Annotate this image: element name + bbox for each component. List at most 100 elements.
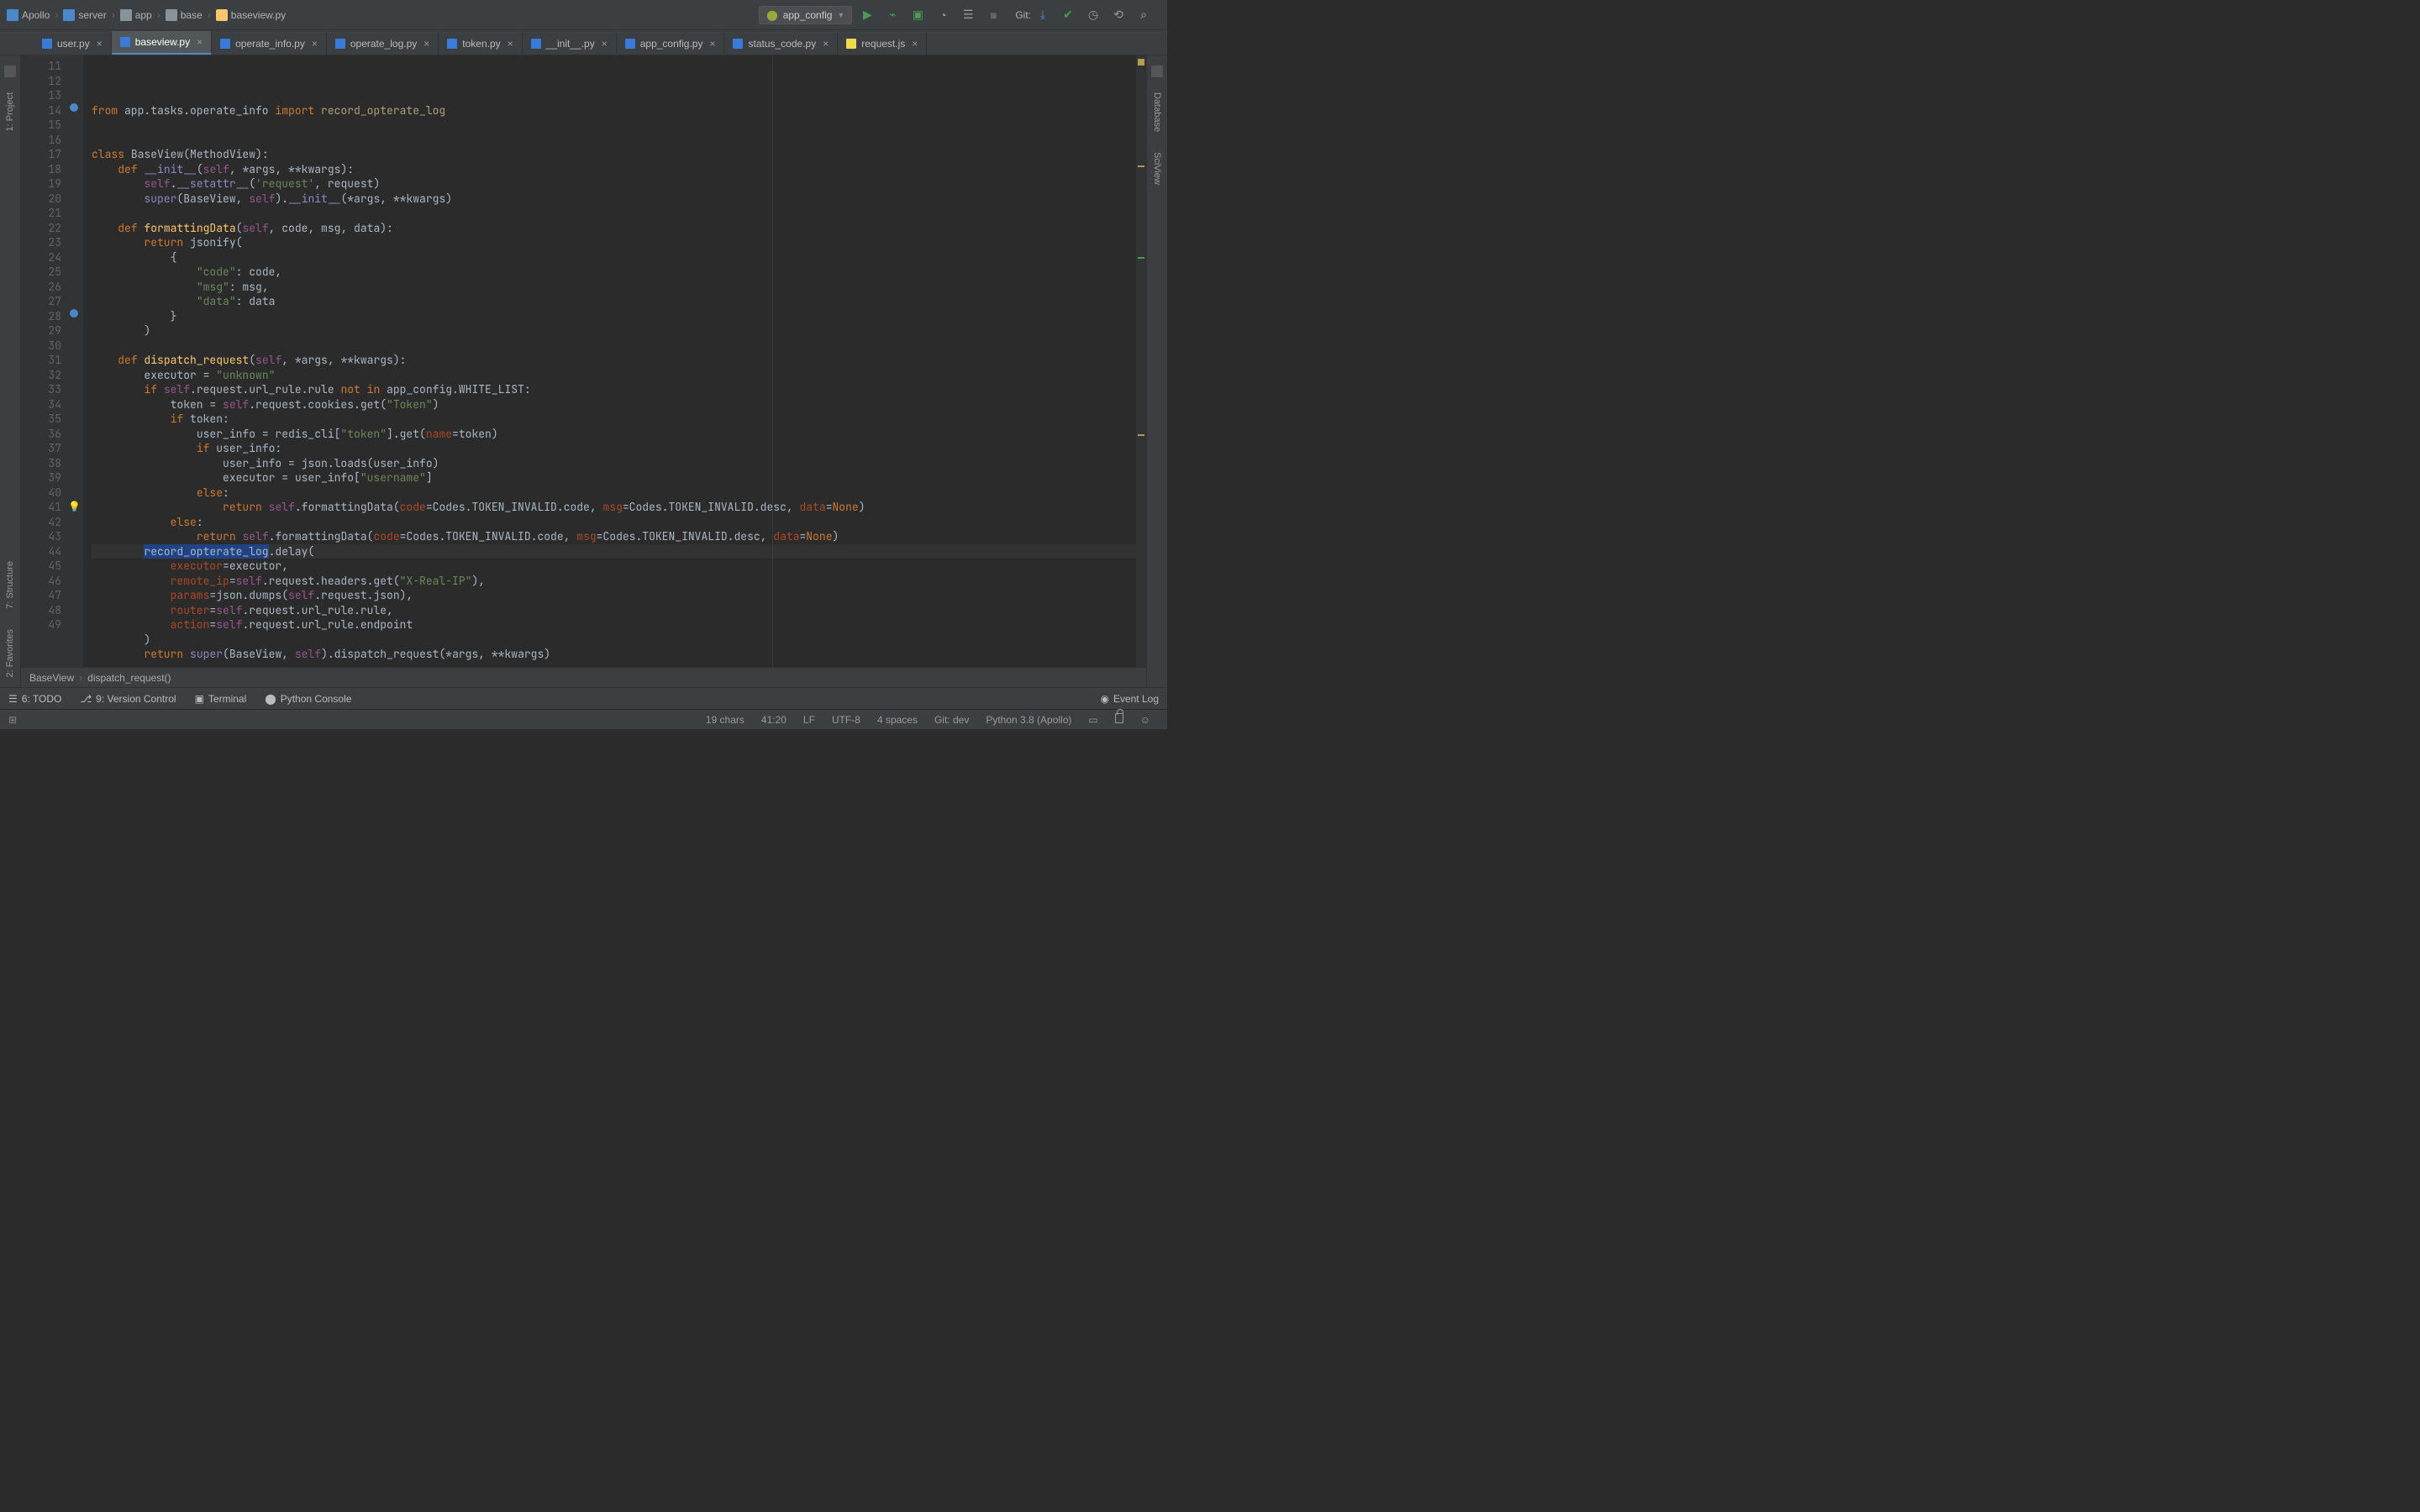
- profile-button[interactable]: ◔: [936, 8, 950, 22]
- code-line[interactable]: super(BaseView, self).__init__(*args, **…: [92, 192, 1136, 207]
- status-indent[interactable]: 4 spaces: [877, 714, 918, 726]
- tool-windows-toggle[interactable]: ⊞: [8, 714, 17, 726]
- stop-button[interactable]: ■: [986, 8, 1000, 22]
- update-project-button[interactable]: ⤓: [1036, 8, 1050, 22]
- status-caret-position[interactable]: 41:20: [761, 714, 786, 726]
- line-number[interactable]: 48: [24, 603, 61, 618]
- event-log-tool-button[interactable]: ◉ Event Log: [1100, 693, 1159, 705]
- search-everywhere-button[interactable]: ⌕: [1137, 8, 1150, 22]
- terminal-tool-button[interactable]: ▣ Terminal: [195, 693, 247, 705]
- code-line[interactable]: [92, 339, 1136, 354]
- readonly-toggle[interactable]: [1115, 713, 1123, 726]
- line-number[interactable]: 21: [24, 206, 61, 221]
- code-line[interactable]: def formattingData(self, code, msg, data…: [92, 221, 1136, 236]
- database-tool-icon[interactable]: [1151, 66, 1163, 77]
- file-tab[interactable]: app_config.py×: [617, 33, 725, 55]
- code-line[interactable]: ): [92, 323, 1136, 339]
- line-number[interactable]: 29: [24, 323, 61, 339]
- project-tool-icon[interactable]: [4, 66, 16, 77]
- close-tab-button[interactable]: ×: [912, 38, 918, 50]
- code-line[interactable]: [92, 118, 1136, 133]
- code-line[interactable]: from app.tasks.operate_info import recor…: [92, 103, 1136, 118]
- line-number[interactable]: 34: [24, 397, 61, 412]
- file-tab[interactable]: baseview.py×: [112, 31, 212, 55]
- breadcrumb[interactable]: Apollo › server › app › base › baseview.…: [7, 9, 286, 21]
- favorites-tool-button[interactable]: 2: Favorites: [5, 629, 15, 677]
- code-line[interactable]: if self.request.url_rule.rule not in app…: [92, 382, 1136, 397]
- code-area[interactable]: from app.tasks.operate_info import recor…: [83, 55, 1136, 667]
- code-line[interactable]: return self.formattingData(code=Codes.TO…: [92, 500, 1136, 515]
- editor-breadcrumb[interactable]: BaseView › dispatch_request(): [21, 667, 1146, 687]
- code-line[interactable]: class BaseView(MethodView):: [92, 147, 1136, 162]
- run-with-coverage-button[interactable]: ▣: [911, 8, 924, 22]
- line-number[interactable]: 20: [24, 192, 61, 207]
- line-number[interactable]: 40: [24, 486, 61, 501]
- line-number[interactable]: 49: [24, 617, 61, 633]
- close-tab-button[interactable]: ×: [602, 38, 608, 50]
- history-button[interactable]: ◷: [1086, 8, 1100, 22]
- memory-indicator[interactable]: ▭: [1088, 714, 1097, 726]
- line-number[interactable]: 18: [24, 162, 61, 177]
- file-tab[interactable]: operate_info.py×: [212, 33, 327, 55]
- inspection-profile[interactable]: ☺: [1140, 714, 1150, 726]
- code-line[interactable]: record_opterate_log.delay(: [92, 544, 1136, 559]
- code-editor[interactable]: 1112131415161718192021222324252627282930…: [21, 55, 1146, 667]
- file-tab[interactable]: token.py×: [439, 33, 522, 55]
- close-tab-button[interactable]: ×: [823, 38, 829, 50]
- line-number[interactable]: 28: [24, 309, 61, 324]
- close-tab-button[interactable]: ×: [508, 38, 513, 50]
- code-line[interactable]: return super(BaseView, self).dispatch_re…: [92, 647, 1136, 662]
- breadcrumb-item[interactable]: Apollo: [22, 9, 50, 21]
- structure-tool-button[interactable]: 7: Structure: [5, 561, 15, 609]
- code-line[interactable]: "code": code,: [92, 265, 1136, 280]
- todo-tool-button[interactable]: ☰ 6: TODO: [8, 693, 61, 705]
- run-configuration-selector[interactable]: ⬤ app_config ▼: [759, 6, 852, 24]
- rollback-button[interactable]: ⟲: [1112, 8, 1125, 22]
- line-number[interactable]: 37: [24, 441, 61, 456]
- code-line[interactable]: user_info = json.loads(user_info): [92, 456, 1136, 471]
- vcs-tool-button[interactable]: ⎇ 9: Version Control: [80, 693, 176, 705]
- project-tool-button[interactable]: 1: Project: [5, 92, 15, 131]
- status-line-ending[interactable]: LF: [803, 714, 815, 726]
- code-line[interactable]: executor = user_info["username"]: [92, 470, 1136, 486]
- line-number[interactable]: 12: [24, 74, 61, 89]
- line-number[interactable]: 42: [24, 515, 61, 530]
- status-interpreter[interactable]: Python 3.8 (Apollo): [986, 714, 1071, 726]
- code-line[interactable]: token = self.request.cookies.get("Token"…: [92, 397, 1136, 412]
- code-line[interactable]: executor=executor,: [92, 559, 1136, 574]
- file-tab[interactable]: status_code.py×: [724, 33, 838, 55]
- run-button[interactable]: ▶: [860, 8, 874, 22]
- concurrency-button[interactable]: ☰: [961, 8, 975, 22]
- breadcrumb-item[interactable]: app: [135, 9, 152, 21]
- override-gutter-icon[interactable]: [70, 103, 78, 112]
- code-line[interactable]: if token:: [92, 412, 1136, 427]
- database-tool-button[interactable]: Database: [1152, 92, 1162, 132]
- code-line[interactable]: else:: [92, 515, 1136, 530]
- line-number[interactable]: 11: [24, 59, 61, 74]
- line-number[interactable]: 39: [24, 470, 61, 486]
- code-line[interactable]: }: [92, 309, 1136, 324]
- code-line[interactable]: {: [92, 250, 1136, 265]
- line-number[interactable]: 41: [24, 500, 61, 515]
- line-number[interactable]: 47: [24, 588, 61, 603]
- line-number[interactable]: 46: [24, 574, 61, 589]
- line-number[interactable]: 44: [24, 544, 61, 559]
- line-number[interactable]: 13: [24, 88, 61, 103]
- code-line[interactable]: if user_info:: [92, 441, 1136, 456]
- code-line[interactable]: router=self.request.url_rule.rule,: [92, 603, 1136, 618]
- code-line[interactable]: def dispatch_request(self, *args, **kwar…: [92, 353, 1136, 368]
- file-tab[interactable]: request.js×: [838, 33, 927, 55]
- code-line[interactable]: user_info = redis_cli["token"].get(name=…: [92, 427, 1136, 442]
- override-gutter-icon[interactable]: [70, 309, 78, 318]
- line-number[interactable]: 24: [24, 250, 61, 265]
- code-line[interactable]: action=self.request.url_rule.endpoint: [92, 617, 1136, 633]
- code-line[interactable]: [92, 206, 1136, 221]
- code-line[interactable]: return self.formattingData(code=Codes.TO…: [92, 529, 1136, 544]
- code-line[interactable]: ): [92, 633, 1136, 648]
- breadcrumb-item[interactable]: base: [181, 9, 203, 21]
- line-number[interactable]: 25: [24, 265, 61, 280]
- code-line[interactable]: "msg": msg,: [92, 280, 1136, 295]
- close-tab-button[interactable]: ×: [312, 38, 318, 50]
- line-number[interactable]: 16: [24, 133, 61, 148]
- close-tab-button[interactable]: ×: [197, 36, 203, 48]
